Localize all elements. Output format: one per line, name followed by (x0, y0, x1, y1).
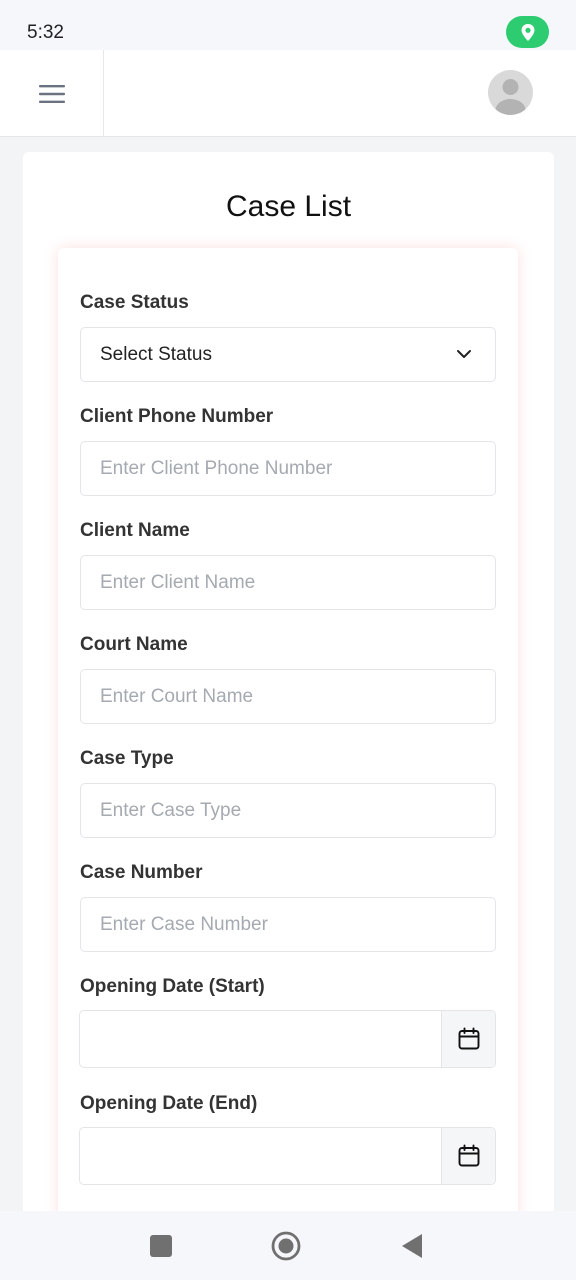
opening-date-start-input[interactable] (79, 1010, 496, 1068)
location-pin-icon (506, 16, 549, 48)
status-bar: 5:32 (0, 0, 576, 50)
client-name-input[interactable]: Enter Client Name (80, 555, 496, 610)
case-status-value: Select Status (100, 343, 212, 365)
system-nav-bar (0, 1211, 576, 1280)
case-status-label: Case Status (80, 292, 189, 313)
status-time: 5:32 (27, 22, 64, 43)
user-avatar-icon[interactable] (488, 70, 533, 115)
client-name-label: Client Name (80, 520, 190, 541)
square-recents-icon[interactable] (146, 1231, 176, 1261)
case-type-label: Case Type (80, 748, 174, 769)
court-name-label: Court Name (80, 634, 188, 655)
opening-date-end-input[interactable] (79, 1127, 496, 1185)
hamburger-menu-icon[interactable] (0, 50, 104, 137)
filter-form: Case Status Select Status Client Phone N… (58, 248, 518, 1248)
case-status-select[interactable]: Select Status (80, 327, 496, 382)
chevron-down-icon (457, 350, 471, 358)
calendar-icon[interactable] (441, 1011, 495, 1067)
opening-date-end-label: Opening Date (End) (80, 1093, 258, 1114)
case-list-panel: Case List Case Status Select Status Clie… (23, 152, 554, 1252)
client-phone-label: Client Phone Number (80, 406, 274, 427)
app-header (0, 50, 576, 137)
case-number-label: Case Number (80, 862, 203, 883)
opening-date-start-label: Opening Date (Start) (80, 976, 265, 997)
client-phone-input[interactable]: Enter Client Phone Number (80, 441, 496, 496)
court-name-input[interactable]: Enter Court Name (80, 669, 496, 724)
triangle-back-icon[interactable] (397, 1231, 427, 1261)
case-type-input[interactable]: Enter Case Type (80, 783, 496, 838)
page-title: Case List (225, 190, 352, 223)
circle-home-icon[interactable] (271, 1231, 301, 1261)
case-number-input[interactable]: Enter Case Number (80, 897, 496, 952)
calendar-icon[interactable] (441, 1128, 495, 1184)
